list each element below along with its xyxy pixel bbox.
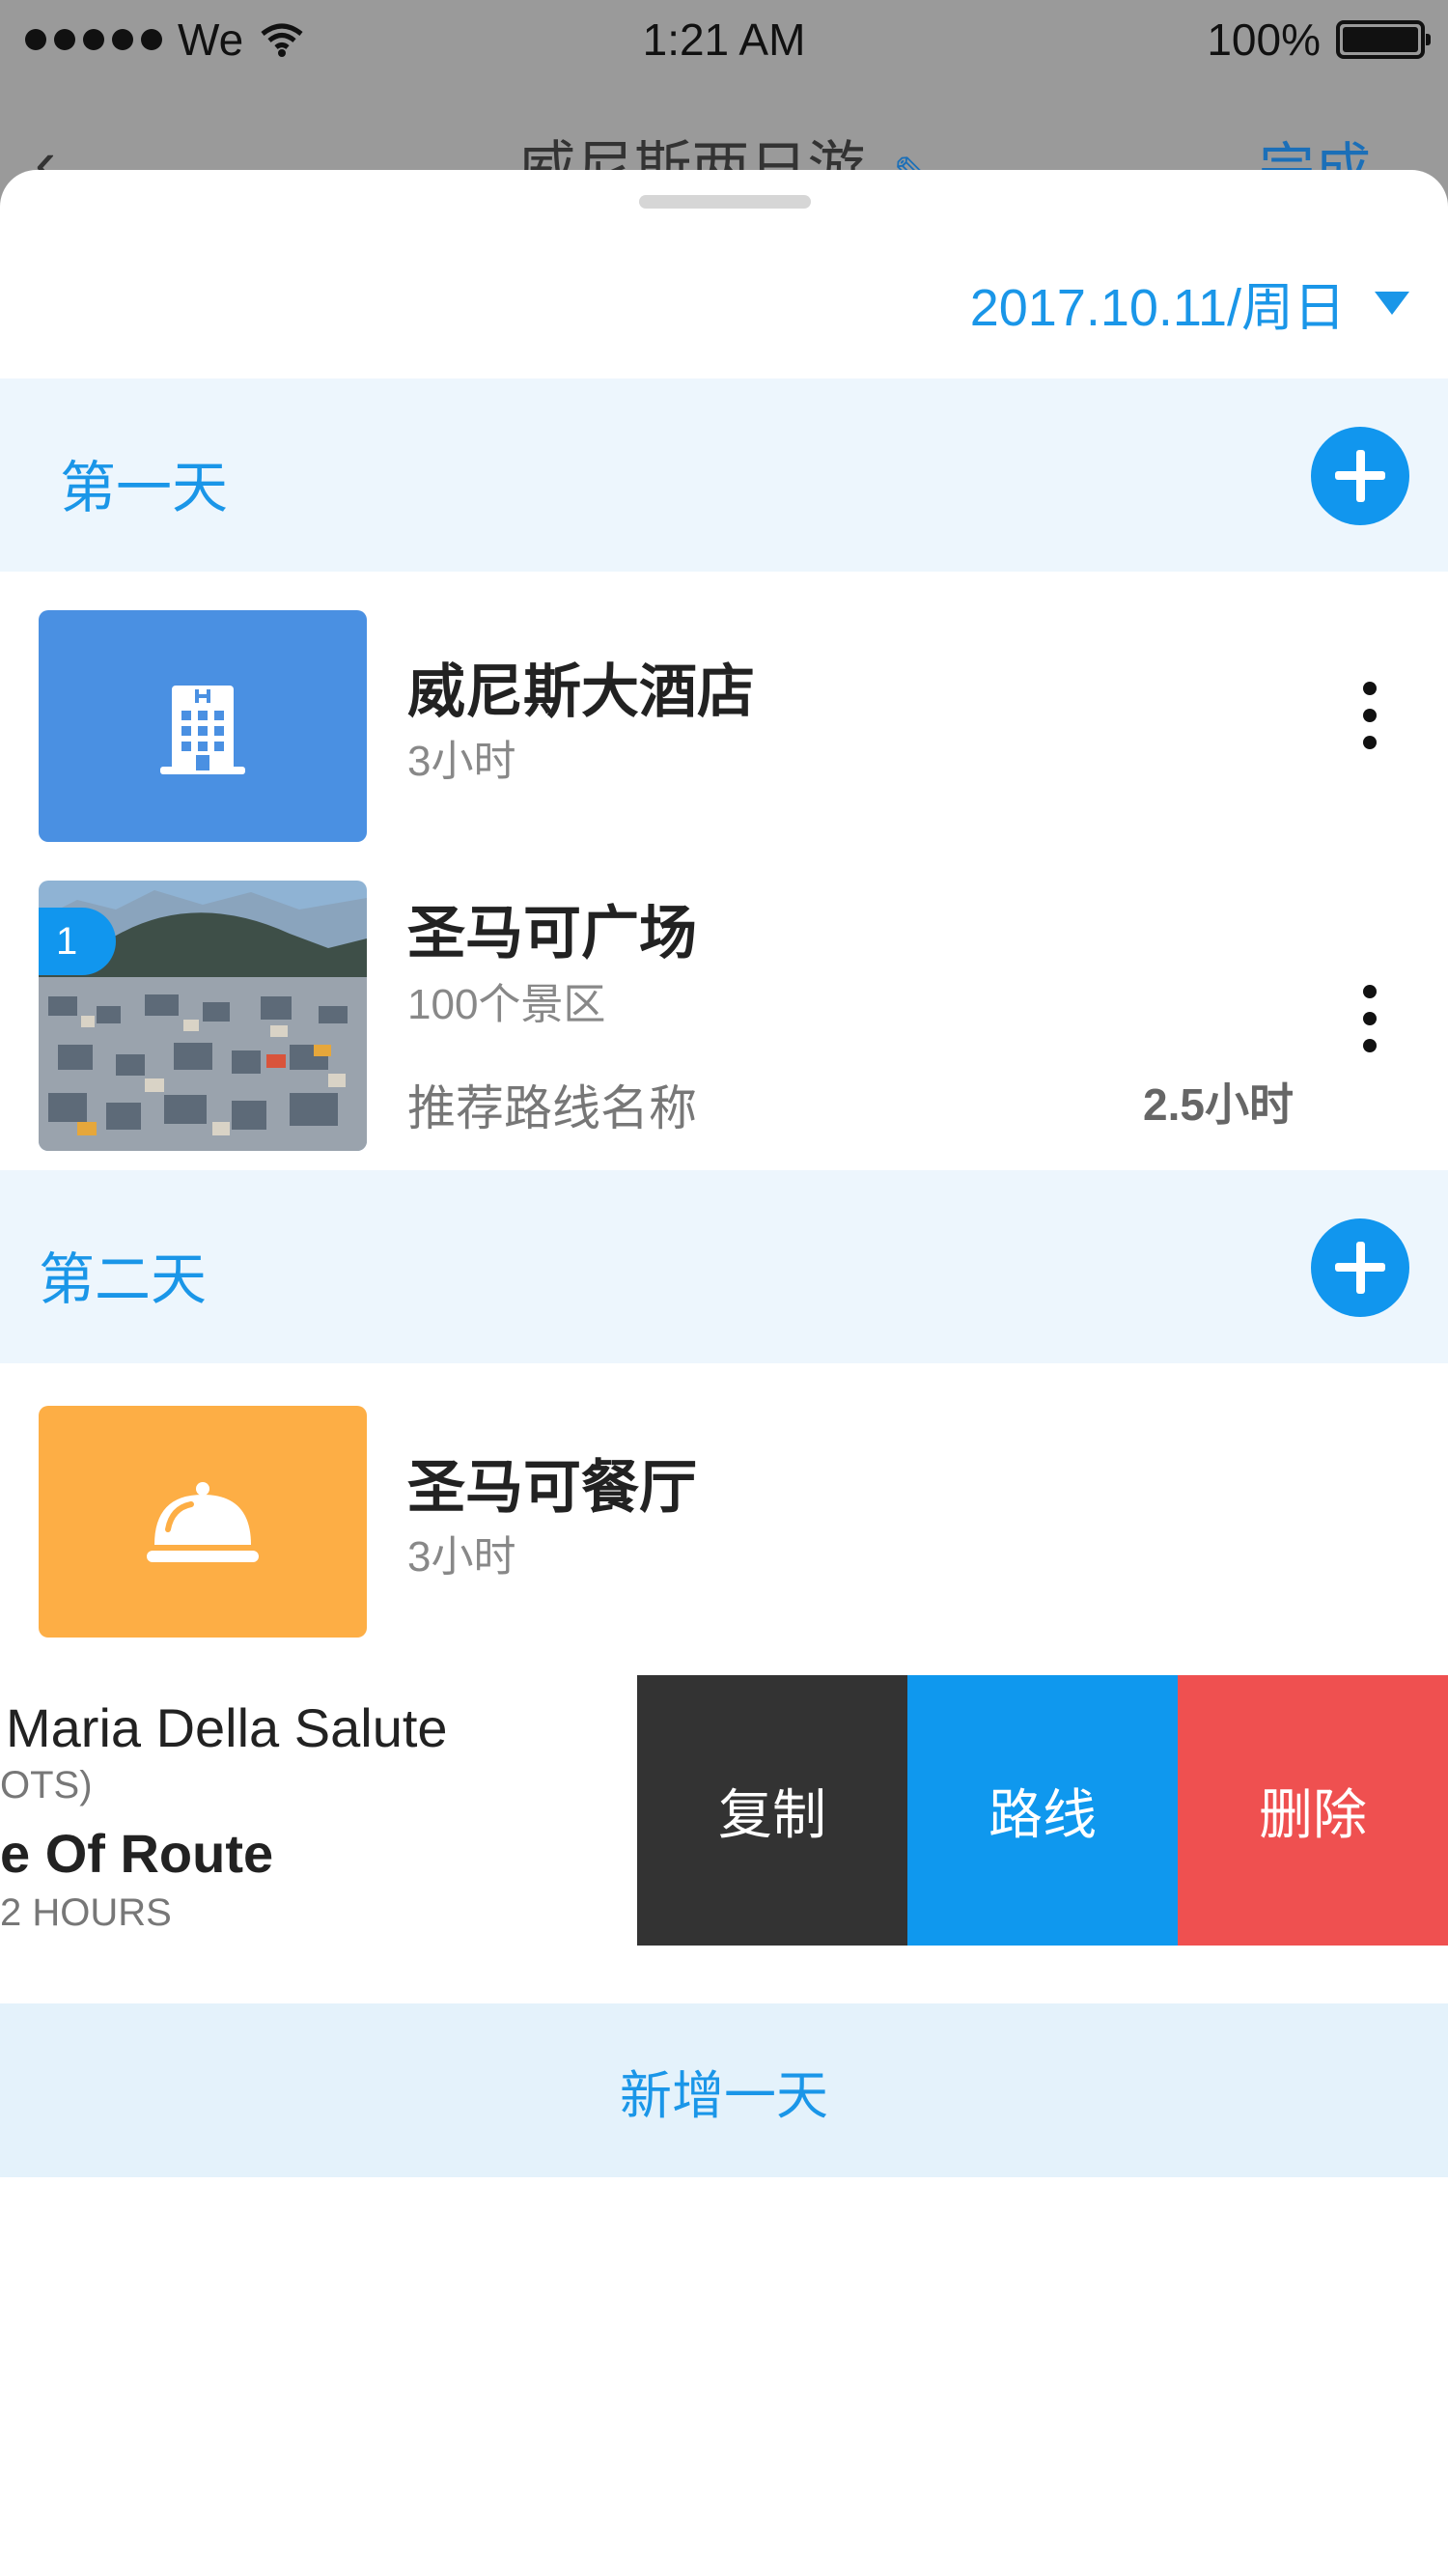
sheet-grabber[interactable] [639, 195, 811, 209]
list-item-spot[interactable]: 1 圣马可广场 100个景区 推荐路线名称 2.5小时 [0, 881, 1448, 1151]
list-item-restaurant[interactable]: 圣马可餐厅 3小时 [0, 1406, 1448, 1638]
day-label: 第一天 [60, 457, 229, 519]
item-duration: 3小时 [407, 738, 516, 785]
swiped-list-item[interactable]: Maria Della Salute OTS) e Of Route 2 HOU… [0, 1675, 1448, 1946]
delete-button[interactable]: 删除 [1178, 1675, 1448, 1946]
more-icon[interactable] [1363, 682, 1378, 749]
battery-percent: 100% [1207, 14, 1321, 65]
day-header-2: 第二天 [0, 1170, 1448, 1363]
item-route-duration: 2.5小时 [1143, 1079, 1294, 1130]
add-day-button[interactable]: 新增一天 [0, 2003, 1448, 2177]
item-route-name: e Of Route [0, 1823, 274, 1884]
status-right: 100% [1207, 14, 1431, 66]
date-label: 2017.10.11/周日 [969, 279, 1346, 337]
item-spots-count: OTS) [0, 1764, 93, 1806]
hotel-thumb [39, 610, 367, 842]
day-header-1: 第一天 [0, 378, 1448, 572]
restaurant-thumb [39, 1406, 367, 1638]
copy-button[interactable]: 复制 [637, 1675, 907, 1946]
item-route-duration: 2 HOURS [0, 1891, 172, 1934]
itinerary-sheet: 2017.10.11/周日 第一天 威尼斯大酒店 3小时 1 圣马可广场 100… [0, 170, 1448, 2576]
battery-icon [1336, 20, 1431, 59]
swipe-actions: 复制 路线 删除 [637, 1675, 1448, 1946]
route-button[interactable]: 路线 [907, 1675, 1178, 1946]
list-item-hotel[interactable]: 威尼斯大酒店 3小时 [0, 610, 1448, 842]
more-icon[interactable] [1363, 985, 1378, 1052]
item-route-name: 推荐路线名称 [407, 1081, 697, 1135]
item-name: 圣马可餐厅 [407, 1455, 697, 1520]
item-name: Maria Della Salute [6, 1697, 448, 1758]
date-picker[interactable]: 2017.10.11/周日 [970, 265, 1409, 341]
day-label: 第二天 [39, 1248, 208, 1311]
swiped-item-content[interactable]: Maria Della Salute OTS) e Of Route 2 HOU… [0, 1675, 637, 1946]
add-item-button[interactable] [1311, 1218, 1409, 1317]
cloche-icon [147, 1482, 259, 1562]
caret-down-icon [1375, 291, 1409, 315]
status-bar: We 1:21 AM 100% [0, 0, 1448, 77]
hotel-icon [160, 686, 245, 774]
item-name: 威尼斯大酒店 [407, 659, 755, 724]
spot-thumb: 1 [39, 881, 367, 1151]
order-badge: 1 [39, 908, 116, 975]
item-spots-count: 100个景区 [407, 981, 606, 1028]
item-duration: 3小时 [407, 1533, 516, 1581]
add-item-button[interactable] [1311, 427, 1409, 525]
item-name: 圣马可广场 [407, 901, 697, 966]
